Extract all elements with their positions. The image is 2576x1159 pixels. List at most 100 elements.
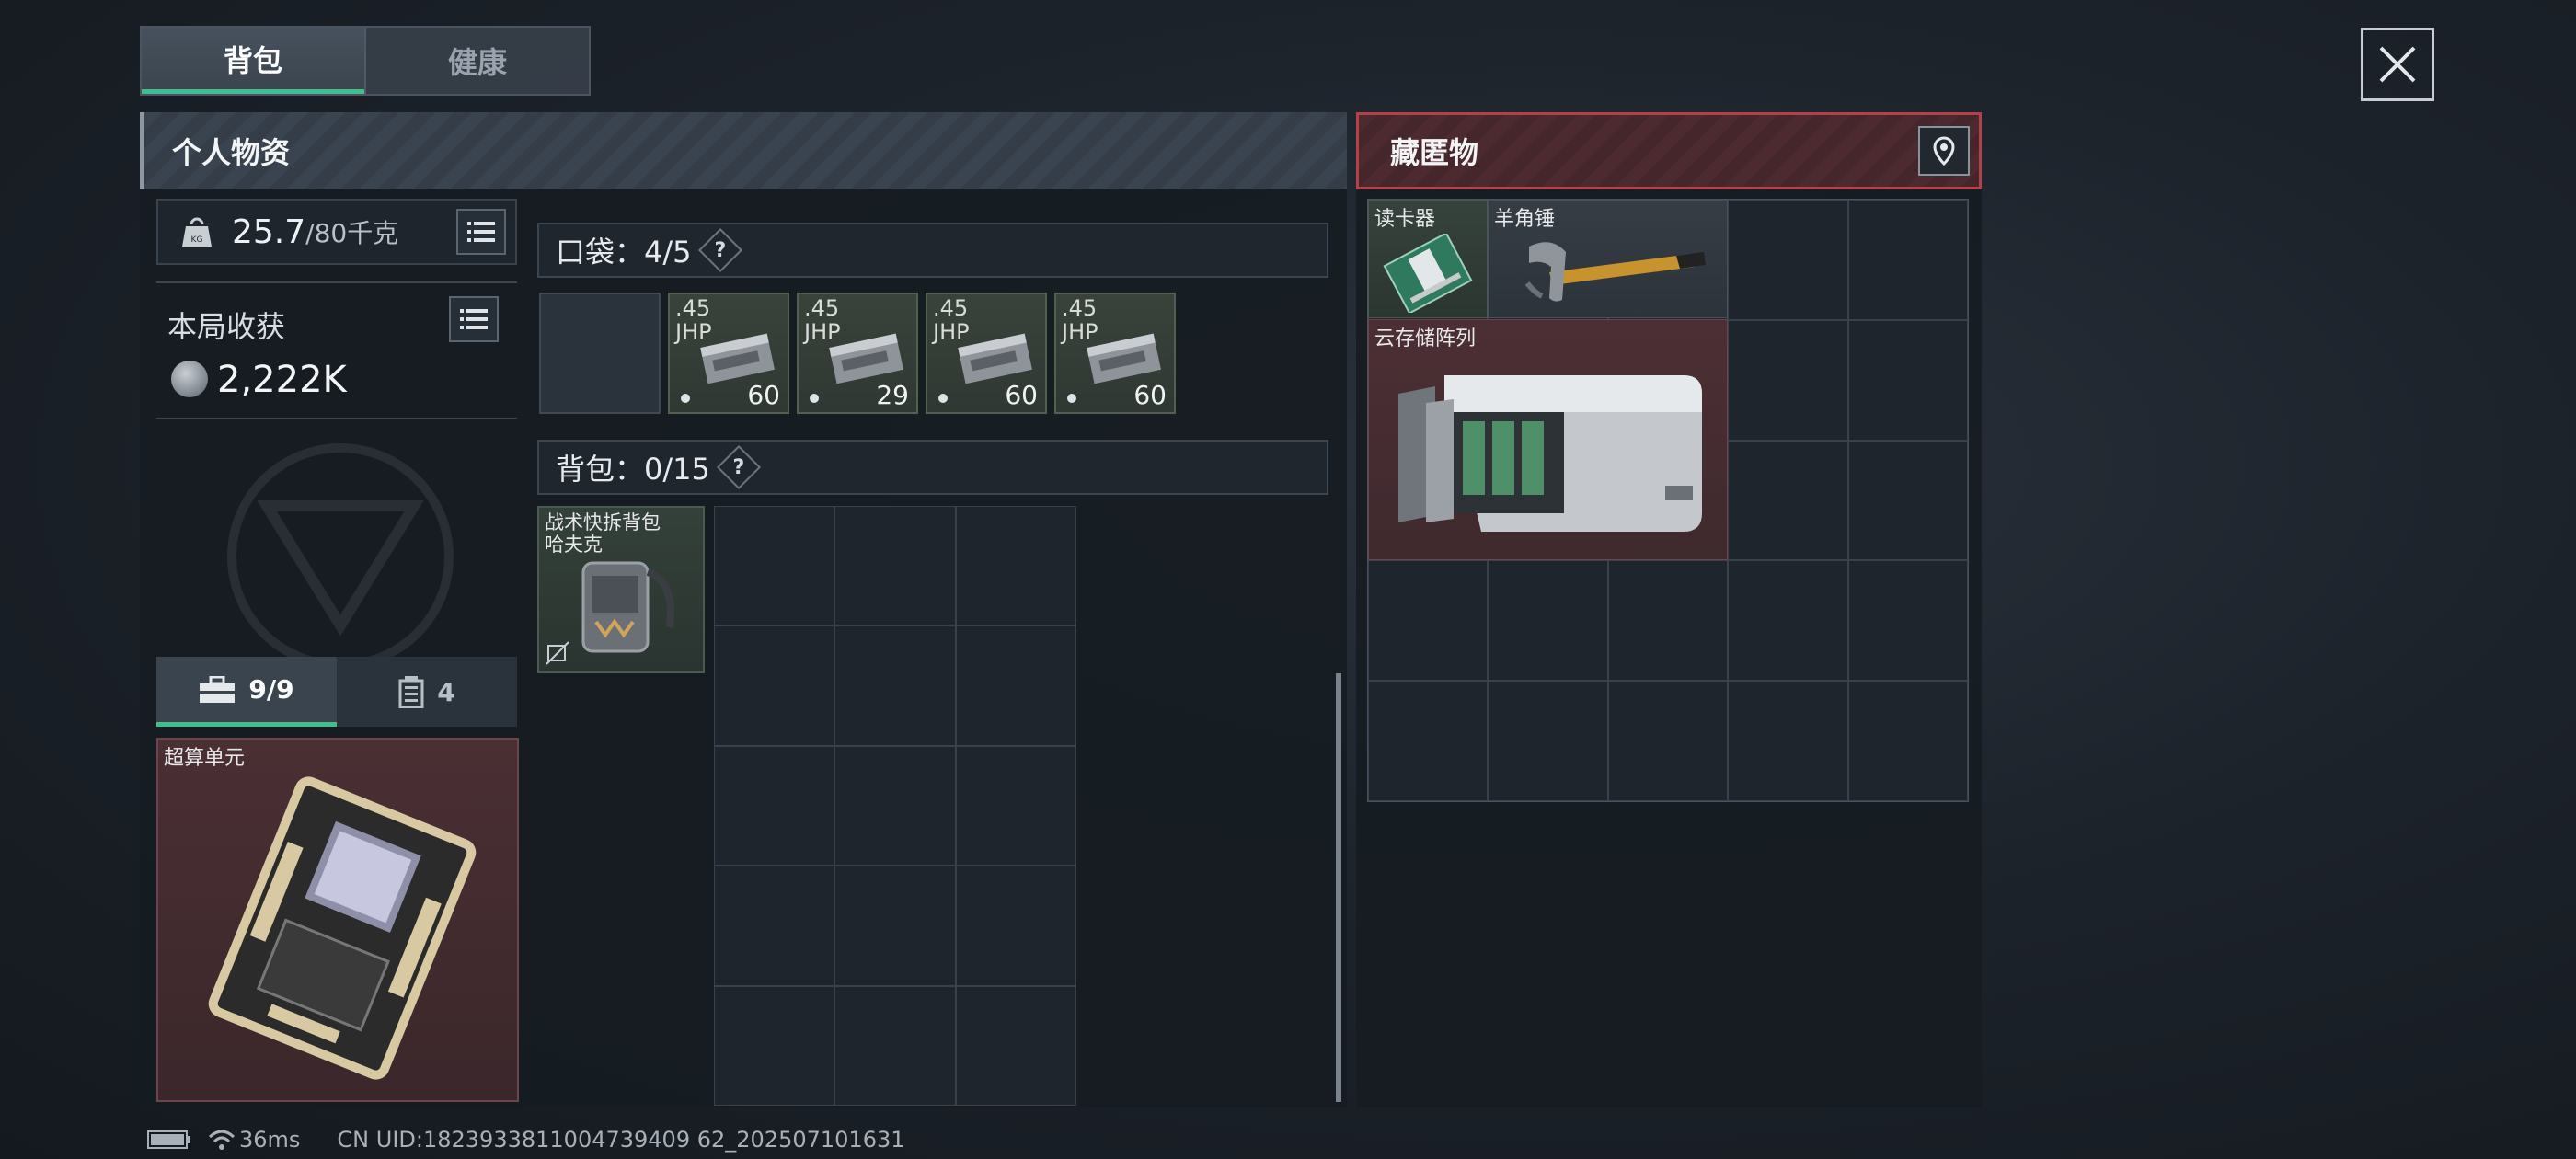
grid-slot[interactable] xyxy=(1847,560,1968,682)
stash-item-card-reader[interactable]: 读卡器 xyxy=(1368,200,1488,318)
backpack-grid xyxy=(714,506,1076,1106)
grid-slot[interactable] xyxy=(714,506,835,626)
list-icon xyxy=(467,222,495,242)
grid-slot[interactable] xyxy=(1728,200,1848,320)
ammo-count: 29 xyxy=(876,380,909,410)
grid-slot[interactable] xyxy=(714,866,835,986)
uid-text: CN UID:1823933811004739409 62_2025071016… xyxy=(337,1127,905,1153)
ammo-box-image xyxy=(958,333,1032,384)
stash-item-cloud-storage-array[interactable]: 云存储阵列 xyxy=(1368,319,1728,560)
ammo-box-image xyxy=(1087,333,1161,384)
tab-secure-case[interactable]: 9/9 xyxy=(156,657,337,727)
ammo-count: 60 xyxy=(747,380,780,410)
loot-list-button[interactable] xyxy=(449,296,499,342)
currency-coin-icon xyxy=(171,361,208,397)
divider xyxy=(156,418,517,419)
grid-slot[interactable] xyxy=(834,506,956,626)
canister-count: 4 xyxy=(437,676,455,707)
grid-slot[interactable] xyxy=(1728,560,1848,682)
backpack-bar: 背包：0/15 ? xyxy=(537,440,1328,495)
grid-slot[interactable] xyxy=(1488,681,1608,801)
list-icon xyxy=(460,309,488,329)
secure-container-tabs: 9/9 4 xyxy=(156,657,517,727)
faction-emblem-icon xyxy=(227,443,454,670)
grid-slot[interactable] xyxy=(1847,681,1968,801)
weight-current: 25.7 xyxy=(232,212,306,251)
weight-max: /80千克 xyxy=(305,218,399,248)
ammo-dot-icon xyxy=(681,394,690,403)
locate-button[interactable] xyxy=(1918,126,1970,176)
pocket-slot-ammo[interactable]: .45 JHP 60 xyxy=(668,293,789,414)
hammer-image xyxy=(1524,242,1706,302)
pocket-slot-ammo[interactable]: .45 JHP 60 xyxy=(926,293,1047,414)
toolbox-icon xyxy=(200,675,236,703)
grid-slot[interactable] xyxy=(955,866,1076,986)
pocket-slot-ammo[interactable]: .45 JHP 29 xyxy=(797,293,918,414)
personal-supplies-header: 个人物资 xyxy=(140,112,1347,189)
card-reader-image xyxy=(1383,234,1473,313)
weight-list-button[interactable] xyxy=(456,209,506,255)
ammo-box-image xyxy=(829,333,903,384)
grid-slot[interactable] xyxy=(1847,319,1968,441)
weight-box: KG 25.7 /80千克 xyxy=(156,199,517,265)
grid-slot[interactable] xyxy=(1728,319,1848,441)
close-button[interactable] xyxy=(2361,28,2434,101)
stash-item-hammer[interactable]: 羊角锤 xyxy=(1488,200,1728,318)
pocket-slot-ammo[interactable]: .45 JHP 60 xyxy=(1054,293,1176,414)
ammo-count: 60 xyxy=(1005,380,1038,410)
main-tabs: 背包 健康 xyxy=(140,26,591,96)
grid-slot[interactable] xyxy=(1728,440,1848,561)
grid-slot[interactable] xyxy=(1607,681,1729,801)
grid-slot[interactable] xyxy=(834,625,956,746)
grid-slot[interactable] xyxy=(834,866,956,986)
computing-unit-image xyxy=(208,776,477,1080)
grid-slot[interactable] xyxy=(955,506,1076,626)
grid-slot[interactable] xyxy=(714,625,835,746)
grid-slot[interactable] xyxy=(1368,681,1489,801)
status-bar: 36ms CN UID:1823933811004739409 62_20250… xyxy=(147,1126,905,1153)
grid-slot[interactable] xyxy=(955,985,1076,1106)
grid-slot[interactable] xyxy=(1728,681,1848,801)
divider xyxy=(156,281,517,283)
grid-slot[interactable] xyxy=(834,745,956,866)
battery-icon xyxy=(147,1130,190,1149)
grid-slot[interactable] xyxy=(955,745,1076,866)
close-icon xyxy=(2379,46,2416,83)
grid-slot[interactable] xyxy=(1847,200,1968,320)
grid-slot[interactable] xyxy=(1847,440,1968,561)
grid-slot[interactable] xyxy=(1607,560,1729,682)
grid-slot[interactable] xyxy=(955,625,1076,746)
ammo-dot-icon xyxy=(938,394,948,403)
grid-slot[interactable] xyxy=(834,985,956,1106)
grid-slot[interactable] xyxy=(1488,560,1608,682)
ammo-count: 60 xyxy=(1133,380,1167,410)
scrollbar[interactable] xyxy=(1336,673,1341,1102)
grid-slot[interactable] xyxy=(714,985,835,1106)
equipped-backpack-card[interactable]: 战术快拆背包 哈夫克 xyxy=(537,506,705,673)
canister-icon xyxy=(398,676,424,708)
stash-header: 藏匿物 xyxy=(1356,112,1982,189)
ammo-dot-icon xyxy=(1067,394,1076,403)
svg-text:KG: KG xyxy=(191,235,203,245)
pocket-slot-empty[interactable] xyxy=(539,293,661,414)
item-name: 云存储阵列 xyxy=(1374,327,1477,350)
ammo-dot-icon xyxy=(810,394,819,403)
grid-slot[interactable] xyxy=(1368,560,1489,682)
secure-item-card[interactable]: 超算单元 xyxy=(156,738,519,1102)
backpack-image xyxy=(581,561,674,653)
pockets-help-button[interactable]: ? xyxy=(697,227,742,273)
wifi-icon xyxy=(208,1130,236,1150)
item-name: 超算单元 xyxy=(164,747,246,770)
ammo-box-image xyxy=(700,333,775,384)
pockets-bar: 口袋：4/5 ? xyxy=(537,223,1328,278)
backpack-label: 背包：0/15 xyxy=(556,452,710,487)
backpack-help-button[interactable]: ? xyxy=(716,444,761,490)
tab-health[interactable]: 健康 xyxy=(364,28,589,94)
ping-text: 36ms xyxy=(239,1127,301,1153)
tab-canister[interactable]: 4 xyxy=(337,657,517,727)
no-drop-icon xyxy=(546,641,569,665)
grid-slot[interactable] xyxy=(714,745,835,866)
loot-label: 本局收获 xyxy=(167,309,286,344)
tab-backpack[interactable]: 背包 xyxy=(142,28,364,94)
location-pin-icon xyxy=(1933,136,1955,166)
